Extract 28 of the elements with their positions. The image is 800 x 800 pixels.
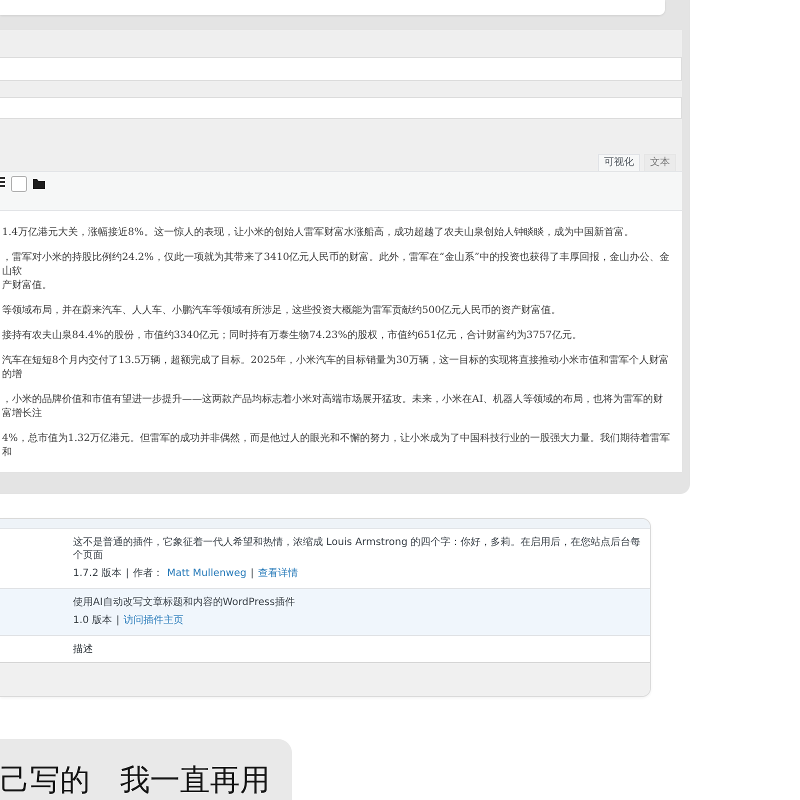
paragraph-text: 等领域布局，并在蔚来汽车、人人车、小鹏汽车等领域有所涉足，这些投资大概能为雷军贡献约500亿元人民币的资产财富值。 <box>2 304 562 318</box>
plugin-description: 这不是普通的插件，它象征着一代人希望和热情，浓缩成 Louis Armstrong 的四个字：你好，多莉。在启用后，在您站点后台每个页面 <box>73 536 642 562</box>
paragraph-text: ，小米的品牌价值和市值有望进一步提升——这两款产品均标志着小米对高端市场展开猛攻。未来，小米在AI、机器人等领域的布局，也将为雷军的财富增长注 <box>2 393 664 421</box>
input-field[interactable] <box>0 57 682 81</box>
plugin-description: 使用AI自动改写文章标题和内容的WordPress插件 <box>73 596 296 609</box>
paragraph-text: 4%，总市值为1.32万亿港元。但雷军的成功并非偶然，而是他过人的眼光和不懈的努力，让小米成为了中国科技行业的一股强大力量。我们期待着雷军和 <box>2 432 672 460</box>
separator-text: | <box>250 567 254 580</box>
meta-text: 1.7.2 版本 <box>73 567 122 580</box>
paragraph-text: 1.4万亿港元大关，涨幅接近8%。这一惊人的表现，让小米的创始人雷军财富水涨船高，成功超越了农夫山泉创始人钟睒睒，成为中国新首富。 <box>2 226 635 240</box>
column-header: 描述 <box>73 643 94 656</box>
separator-text: | <box>116 614 120 627</box>
editor-tab[interactable]: 可视化 <box>598 154 640 171</box>
plugin-link[interactable]: 访问插件主页 <box>123 614 184 627</box>
separator-text: | <box>126 567 129 580</box>
lines-icon[interactable] <box>0 176 5 188</box>
meta-text: 作者： <box>133 567 163 580</box>
square-icon[interactable] <box>11 176 27 192</box>
paragraph-text: 汽车在短短8个月内交付了13.5万辆，超额完成了目标。2025年，小米汽车的目标销量为30万辆，这一目标的实现将直接推动小米市值和雷军个人财富的增 <box>2 354 670 382</box>
paragraph-text: ，雷军对小米的持股比例约24.2%，仅此一项就为其带来了3410亿元人民币的财富。此外，雷军在“金山系”中的投资也获得了丰厚回报，金山办公、金山软 <box>2 251 670 279</box>
paragraph-text: 接持有农夫山泉84.4%的股份，市值约3340亿元；同时持有万泰生物74.23%的股权，市值约651亿元，合计财富约为3757亿元。 <box>2 329 583 343</box>
plugin-link[interactable]: 查看详情 <box>258 567 298 580</box>
input-field[interactable] <box>0 97 682 119</box>
folder-icon[interactable] <box>33 178 45 189</box>
editor-tab[interactable]: 文本 <box>644 154 676 171</box>
paragraph-text: 产财富值。 <box>2 279 53 293</box>
plugin-link[interactable]: Matt Mullenweg <box>167 567 246 580</box>
meta-text: 1.0 版本 <box>73 614 112 627</box>
message-text: 己写的 我一直再用 <box>0 764 270 798</box>
